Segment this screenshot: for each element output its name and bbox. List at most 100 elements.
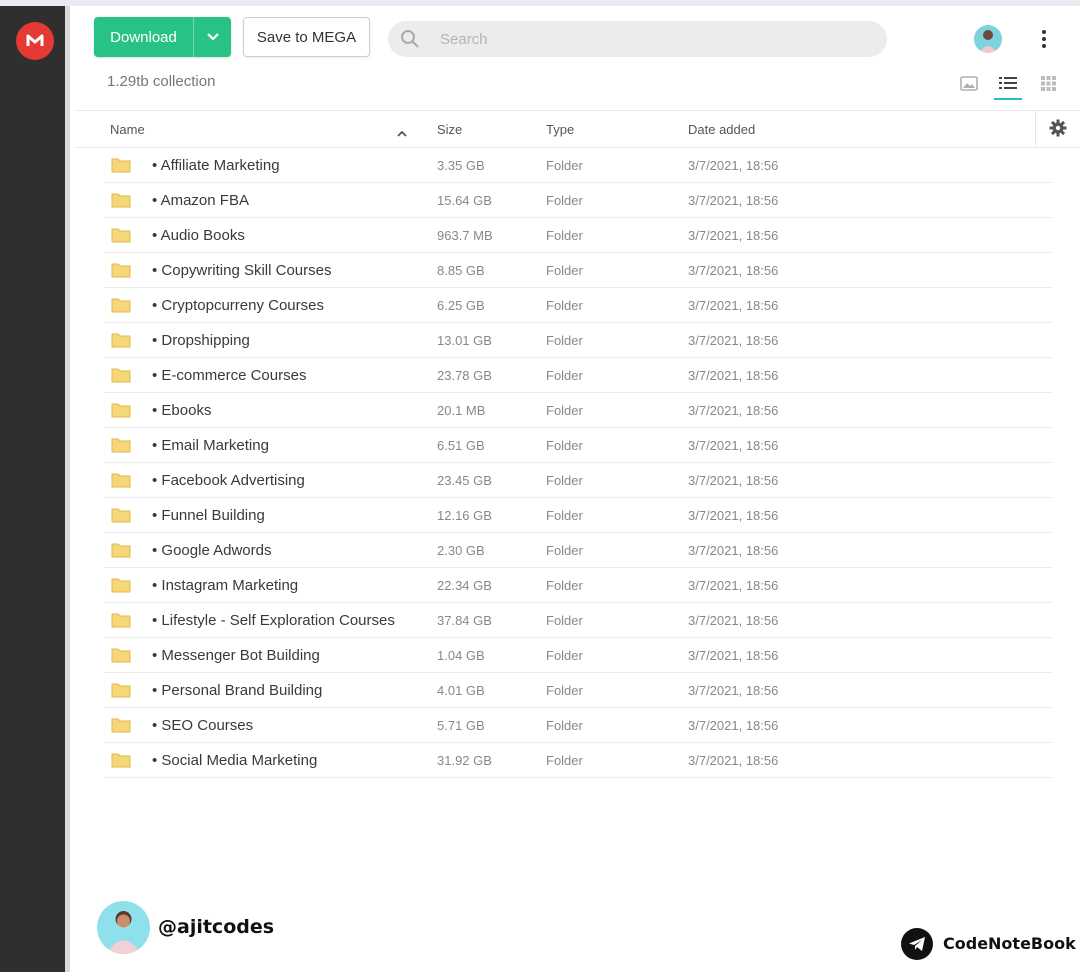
table-row[interactable]: • Copywriting Skill Courses 8.85 GB Folder… [104,253,1052,288]
file-name: • Ebooks [152,402,212,419]
file-type: Folder [546,473,583,488]
telegram-icon [901,928,933,960]
table-row[interactable]: • Audio Books 963.7 MB Folder 3/7/2021, 18:… [104,218,1052,253]
folder-icon [111,227,131,248]
file-name: • Funnel Building [152,507,265,524]
column-header-name[interactable]: Name [110,122,145,137]
file-size: 1.04 GB [437,648,485,663]
file-size: 12.16 GB [437,508,492,523]
save-to-mega-button[interactable]: Save to MEGA [243,17,370,57]
column-header-date[interactable]: Date added [688,122,755,137]
gear-icon [1049,119,1067,140]
folder-icon [111,262,131,283]
grid-icon [1040,76,1056,96]
folder-icon [111,437,131,458]
table-row[interactable]: • Amazon FBA 15.64 GB Folder 3/7/2021, 18:5… [104,183,1052,218]
list-view-button[interactable] [994,72,1022,100]
folder-icon [111,542,131,563]
file-type: Folder [546,403,583,418]
table-row[interactable]: • Funnel Building 12.16 GB Folder 3/7/2021,… [104,498,1052,533]
file-name: • Cryptopcurreny Courses [152,297,324,314]
search-input[interactable] [432,30,887,48]
file-date-added: 3/7/2021, 18:56 [688,403,779,418]
profile-avatar [97,901,150,954]
file-name: • Social Media Marketing [152,752,318,769]
file-date-added: 3/7/2021, 18:56 [688,683,779,698]
search-icon [388,29,432,49]
file-name: • Copywriting Skill Courses [152,262,332,279]
avatar[interactable] [974,25,1002,53]
file-type: Folder [546,333,583,348]
file-date-added: 3/7/2021, 18:56 [688,648,779,663]
file-date-added: 3/7/2021, 18:56 [688,753,779,768]
file-type: Folder [546,193,583,208]
file-size: 6.25 GB [437,298,485,313]
file-type: Folder [546,718,583,733]
folder-icon [111,402,131,423]
file-size: 6.51 GB [437,438,485,453]
table-row[interactable]: • E-commerce Courses 23.78 GB Folder 3/7/20… [104,358,1052,393]
file-type: Folder [546,228,583,243]
search-bar[interactable] [388,21,887,57]
grid-view-button[interactable] [1034,72,1062,100]
folder-icon [111,507,131,528]
table-row[interactable]: • Personal Brand Building 4.01 GB Folder 3/… [104,673,1052,708]
file-date-added: 3/7/2021, 18:56 [688,473,779,488]
file-name: • Lifestyle - Self Exploration Courses [152,612,395,629]
download-button-label[interactable]: Download [94,17,194,57]
file-size: 23.45 GB [437,473,492,488]
file-size: 15.64 GB [437,193,492,208]
file-type: Folder [546,648,583,663]
folder-icon [111,752,131,773]
table-row[interactable]: • Email Marketing 6.51 GB Folder 3/7/2021, … [104,428,1052,463]
table-row[interactable]: • Social Media Marketing 31.92 GB Folder 3/… [104,743,1052,778]
mega-logo-icon[interactable] [16,22,54,60]
file-type: Folder [546,613,583,628]
sort-up-icon[interactable] [397,125,407,140]
creator-handle: @ajitcodes [158,916,275,938]
file-size: 2.30 GB [437,543,485,558]
table-row[interactable]: • Cryptopcurreny Courses 6.25 GB Folder 3/7… [104,288,1052,323]
table-row[interactable]: • Facebook Advertising 23.45 GB Folder 3/7/… [104,463,1052,498]
folder-icon [111,472,131,493]
file-date-added: 3/7/2021, 18:56 [688,508,779,523]
file-date-added: 3/7/2021, 18:56 [688,263,779,278]
file-date-added: 3/7/2021, 18:56 [688,158,779,173]
file-size: 20.1 MB [437,403,486,418]
file-size: 13.01 GB [437,333,492,348]
file-type: Folder [546,578,583,593]
download-button[interactable]: Download [94,17,231,57]
file-type: Folder [546,368,583,383]
file-name: • Personal Brand Building [152,682,323,699]
column-settings-button[interactable] [1035,111,1080,148]
file-date-added: 3/7/2021, 18:56 [688,578,779,593]
table-row[interactable]: • SEO Courses 5.71 GB Folder 3/7/2021, 18:5… [104,708,1052,743]
file-name: • Amazon FBA [152,192,249,209]
folder-icon [111,157,131,178]
table-row[interactable]: • Instagram Marketing 22.34 GB Folder 3/7/2… [104,568,1052,603]
table-row[interactable]: • Lifestyle - Self Exploration Courses 37… [104,603,1052,638]
folder-icon [111,367,131,388]
column-header-type[interactable]: Type [546,122,574,137]
file-size: 963.7 MB [437,228,493,243]
thumbnail-view-button[interactable] [955,72,983,100]
folder-icon [111,332,131,353]
file-name: • Instagram Marketing [152,577,299,594]
table-row[interactable]: • Dropshipping 13.01 GB Folder 3/7/2021, 18… [104,323,1052,358]
table-row[interactable]: • Google Adwords 2.30 GB Folder 3/7/2021, 1… [104,533,1052,568]
file-date-added: 3/7/2021, 18:56 [688,193,779,208]
table-row[interactable]: • Affiliate Marketing 3.35 GB Folder 3/7/20… [104,148,1052,183]
folder-icon [111,577,131,598]
list-icon [999,76,1017,95]
file-date-added: 3/7/2021, 18:56 [688,613,779,628]
column-header-size[interactable]: Size [437,122,462,137]
kebab-menu-icon[interactable] [1033,26,1055,52]
table-row[interactable]: • Messenger Bot Building 1.04 GB Folder 3/7… [104,638,1052,673]
folder-icon [111,297,131,318]
file-size: 4.01 GB [437,683,485,698]
file-date-added: 3/7/2021, 18:56 [688,228,779,243]
file-name: • Audio Books [152,227,245,244]
table-row[interactable]: • Ebooks 20.1 MB Folder 3/7/2021, 18:56 [104,393,1052,428]
file-type: Folder [546,263,583,278]
chevron-down-icon[interactable] [194,17,231,57]
